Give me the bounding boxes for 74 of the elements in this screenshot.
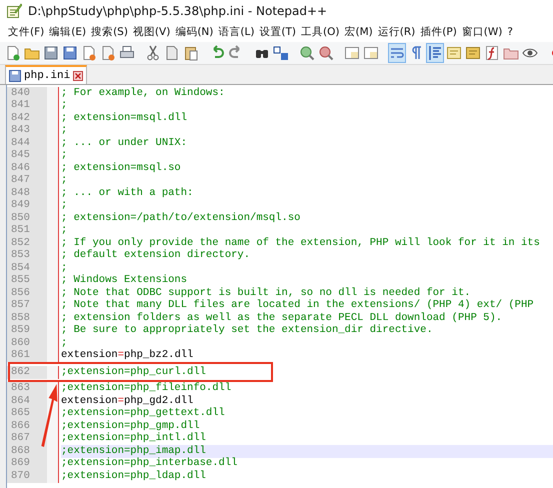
line-number: 854 <box>7 262 59 275</box>
menu-item[interactable]: 编码(N) <box>173 25 216 39</box>
comment-line: ; <box>61 174 68 188</box>
line-number: 863 <box>7 382 59 396</box>
line-number: 857 <box>7 299 59 312</box>
comment-line: ; Note that many DLL files are located in the extensions/ (PHP 4) ext/ (PHP <box>61 299 534 312</box>
line-number: 862 <box>7 366 59 379</box>
line-number: 865 <box>7 407 59 420</box>
menu-item[interactable]: 视图(V) <box>130 25 174 39</box>
line-number: 852 <box>7 236 59 250</box>
line-number: 868 <box>7 444 59 458</box>
comment-line: ;extension=php_intl.dll <box>61 432 206 445</box>
menu-item[interactable]: 编辑(E) <box>47 25 90 39</box>
window-title: D:\phpStudy\php\php-5.5.38\php.ini - Notepad++ <box>28 4 328 18</box>
comment-line: ; <box>61 99 68 112</box>
line-number: 867 <box>7 432 59 446</box>
menu-item[interactable]: 工具(O) <box>299 25 342 39</box>
code-line: extension=php_gd2.dll <box>61 394 194 407</box>
line-number: 856 <box>7 286 59 300</box>
comment-line: ;extension=php_interbase.dll <box>61 457 238 470</box>
comment-line: ;extension=php_ldap.dll <box>61 470 206 483</box>
line-number: 853 <box>7 249 59 262</box>
comment-line: ; For example, on Windows: <box>61 86 225 100</box>
line-number: 869 <box>7 457 59 470</box>
comment-line: ; If you only provide the name of the extension, PHP will look for it in its <box>61 236 540 249</box>
menu-item[interactable]: 运行(R) <box>376 25 418 39</box>
file-tab[interactable]: php.ini <box>5 65 88 84</box>
line-number: 870 <box>7 470 59 483</box>
comment-line: ; extension folders as well as the separate PECL DLL download (PHP 5). <box>61 312 502 324</box>
line-number: 845 <box>7 149 59 162</box>
comment-line: ; Note that ODBC support is built in, so no dll is needed for it. <box>61 286 471 299</box>
menu-item[interactable]: 搜索(S) <box>89 25 131 39</box>
comment-line: ; <box>61 224 68 238</box>
menu-item[interactable]: 宏(M) <box>342 25 376 39</box>
menu-item[interactable]: 文件(F) <box>6 25 48 39</box>
line-number: 850 <box>7 212 59 225</box>
comment-line: ; extension=/path/to/extension/msql.so <box>61 212 300 225</box>
line-number: 848 <box>7 186 59 200</box>
comment-line: ; extension=msql.so <box>61 162 181 175</box>
menu-item[interactable]: 语言(L) <box>216 25 258 39</box>
line-number: 841 <box>7 99 59 112</box>
comment-line: ; ... or with a path: <box>61 186 194 200</box>
comment-line: ; <box>61 149 68 162</box>
comment-line: ;extension=php_curl.dll <box>61 366 206 379</box>
comment-line: ; extension=msql.dll <box>61 112 188 125</box>
comment-line: ; Be sure to appropriately set the extension_dir directive. <box>61 324 433 338</box>
menu-item[interactable]: 插件(P) <box>418 25 460 39</box>
comment-line: ; ... or under UNIX: <box>61 136 188 150</box>
code-line: extension=php_bz2.dll <box>61 349 194 362</box>
line-number: 840 <box>7 86 59 100</box>
comment-line: ; Windows Extensions <box>61 274 188 287</box>
line-number: 861 <box>7 349 59 362</box>
line-number: 855 <box>7 274 59 288</box>
comment-line: ; <box>61 124 68 138</box>
line-number: 849 <box>7 199 59 212</box>
line-number: 846 <box>7 162 59 175</box>
line-number: 843 <box>7 124 59 138</box>
line-number: 844 <box>7 136 59 150</box>
menu-item[interactable]: 窗口(W) <box>460 25 506 39</box>
comment-line: ;extension=php_gettext.dll <box>61 407 225 420</box>
line-number: 859 <box>7 324 59 338</box>
comment-line: ;extension=php_fileinfo.dll <box>61 382 232 395</box>
comment-line: ; <box>61 336 68 349</box>
line-number: 858 <box>7 312 59 325</box>
comment-line: ;extension=php_gmp.dll <box>61 420 200 432</box>
menu-item[interactable]: ? <box>505 26 516 38</box>
line-number: 847 <box>7 174 59 188</box>
menu-item[interactable]: 设置(T) <box>257 25 300 39</box>
line-number: 842 <box>7 112 59 125</box>
comment-line: ; <box>61 262 68 275</box>
line-number: 860 <box>7 336 59 350</box>
comment-line: ; default extension directory. <box>61 249 250 262</box>
comment-line: ; <box>61 199 68 212</box>
line-number: 851 <box>7 224 59 238</box>
